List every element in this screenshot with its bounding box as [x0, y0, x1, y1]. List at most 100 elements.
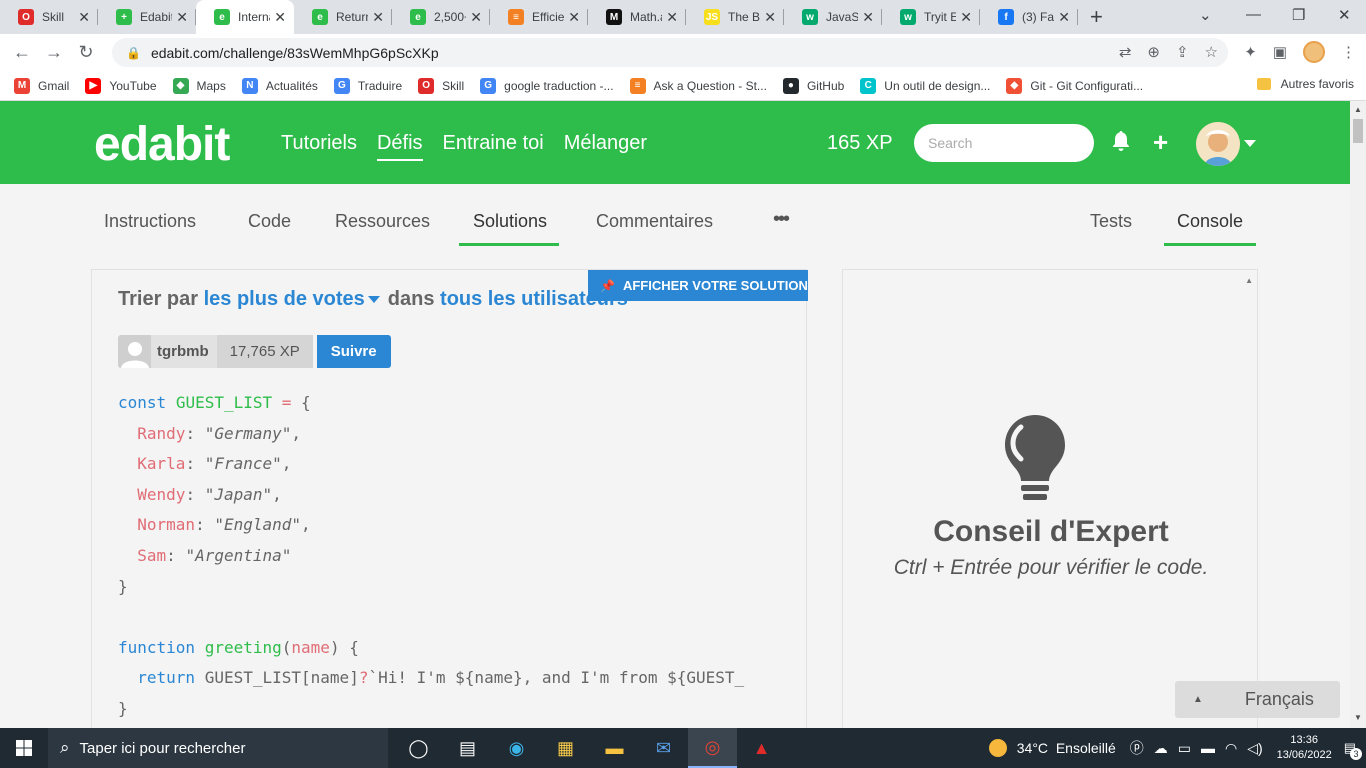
- other-bookmarks[interactable]: Autres favoris: [1256, 77, 1354, 91]
- new-tab-icon[interactable]: +: [1090, 4, 1103, 30]
- clock[interactable]: 13:36 13/06/2022: [1277, 733, 1332, 763]
- close-tab-icon[interactable]: ✕: [78, 9, 90, 26]
- create-plus-icon[interactable]: +: [1153, 127, 1168, 158]
- browser-tab[interactable]: w Tryit Ec✕: [882, 0, 980, 34]
- tab-console[interactable]: Console: [1164, 211, 1257, 246]
- lock-icon[interactable]: 🔒: [126, 46, 141, 60]
- author-chip[interactable]: tgrbmb: [118, 335, 217, 368]
- battery-icon[interactable]: ▬: [1201, 740, 1215, 756]
- sort-caret-icon[interactable]: [367, 296, 380, 304]
- close-tab-icon[interactable]: ✕: [372, 9, 384, 26]
- edge-icon[interactable]: ◉: [492, 728, 541, 768]
- address-bar[interactable]: 🔒 edabit.com/challenge/83sWemMhpG6pScXKp…: [112, 38, 1228, 67]
- browser-tab[interactable]: e Interna ✕: [196, 0, 294, 34]
- scrollbar-thumb[interactable]: [1353, 119, 1363, 143]
- bookmark-item[interactable]: ≡ Ask a Question - St...: [629, 77, 767, 94]
- close-window-icon[interactable]: ✕: [1338, 6, 1351, 24]
- search-input[interactable]: [914, 124, 1094, 162]
- translate-icon[interactable]: ⇄: [1119, 43, 1132, 61]
- tab-code[interactable]: Code: [248, 211, 291, 243]
- network-icon[interactable]: ▭: [1178, 740, 1191, 757]
- bookmark-item[interactable]: O Skill: [418, 77, 464, 94]
- browser-tab[interactable]: O Skill ✕: [0, 0, 98, 34]
- user-xp[interactable]: 165 XP: [827, 132, 893, 155]
- browser-tab[interactable]: f (3) Fac✕: [980, 0, 1078, 34]
- tab-tests[interactable]: Tests: [1090, 211, 1132, 243]
- browser-tab[interactable]: e 2,500+ ✕: [392, 0, 490, 34]
- back-icon[interactable]: ←: [6, 42, 38, 63]
- forward-icon[interactable]: →: [38, 42, 70, 63]
- extensions-icon[interactable]: ✦: [1244, 43, 1257, 61]
- task-view-icon[interactable]: ◯: [394, 728, 443, 768]
- chrome-icon[interactable]: ◎: [688, 728, 737, 768]
- weather-sun-icon[interactable]: [988, 739, 1007, 757]
- tab-search-icon[interactable]: ⌄: [1199, 6, 1212, 24]
- onedrive-cloud-icon[interactable]: ☁: [1154, 740, 1168, 757]
- tab-commentaires[interactable]: Commentaires: [596, 211, 713, 243]
- bookmark-item[interactable]: ● GitHub: [782, 77, 844, 94]
- restore-icon[interactable]: ❐: [1292, 6, 1305, 24]
- browser-tab[interactable]: ≡ Efficier✕: [490, 0, 588, 34]
- profile-avatar[interactable]: [1303, 41, 1325, 63]
- mail-icon[interactable]: ✉: [639, 728, 688, 768]
- tab-instructions[interactable]: Instructions: [104, 211, 196, 243]
- bookmark-item[interactable]: ▶ YouTube: [85, 77, 157, 94]
- language-selector[interactable]: ▲ Français: [1175, 681, 1340, 718]
- close-tab-icon[interactable]: ✕: [862, 9, 874, 26]
- close-tab-icon[interactable]: ✕: [960, 9, 972, 26]
- bookmark-item[interactable]: Ggoogle traduction -...: [480, 77, 614, 94]
- edabit-logo[interactable]: edabit: [94, 117, 230, 172]
- bookmark-star-icon[interactable]: ☆: [1205, 43, 1218, 61]
- bookmark-item[interactable]: N Actualités: [241, 77, 318, 94]
- wifi-icon[interactable]: ◠: [1225, 740, 1237, 757]
- browser-tab[interactable]: w JavaSc✕: [784, 0, 882, 34]
- author-name[interactable]: tgrbmb: [151, 343, 217, 360]
- browser-tab[interactable]: JS The Be✕: [686, 0, 784, 34]
- bookmark-item[interactable]: G Traduire: [333, 77, 402, 94]
- close-tab-icon[interactable]: ✕: [470, 9, 482, 26]
- user-menu-caret-icon[interactable]: [1244, 140, 1256, 147]
- close-tab-icon[interactable]: ✕: [274, 9, 286, 26]
- nav-item[interactable]: Entraine toi: [443, 132, 544, 161]
- close-tab-icon[interactable]: ✕: [1058, 9, 1070, 26]
- minimize-icon[interactable]: —: [1246, 6, 1261, 23]
- user-avatar[interactable]: [1196, 122, 1240, 166]
- page-scrollbar[interactable]: ▲ ▼: [1350, 101, 1366, 728]
- windows-start-icon[interactable]: [0, 728, 48, 768]
- acrobat-icon[interactable]: ▲: [737, 728, 786, 768]
- people-icon[interactable]: ⓟ: [1130, 738, 1144, 758]
- bookmark-item[interactable]: ◆ Git - Git Configurati...: [1006, 77, 1143, 94]
- bookmark-item[interactable]: ◆ Maps: [172, 77, 226, 94]
- file-explorer-icon[interactable]: ▬: [590, 728, 639, 768]
- share-icon[interactable]: ⇪: [1176, 43, 1189, 61]
- browser-tab[interactable]: + Edabit ✕: [98, 0, 196, 34]
- side-panel-icon[interactable]: ▣: [1273, 43, 1287, 61]
- nav-item[interactable]: Tutoriels: [281, 132, 357, 161]
- notifications-icon[interactable]: ▤ 3: [1344, 740, 1362, 760]
- taskbar-search[interactable]: ⌕ Taper ici pour rechercher: [48, 728, 388, 768]
- reload-icon[interactable]: ↻: [70, 42, 102, 63]
- follow-button[interactable]: Suivre: [316, 335, 391, 368]
- weather-text[interactable]: 34°C Ensoleillé: [1017, 740, 1116, 756]
- close-tab-icon[interactable]: ✕: [568, 9, 580, 26]
- more-options-icon[interactable]: •••: [773, 208, 790, 231]
- widgets-icon[interactable]: ▤: [443, 728, 492, 768]
- bookmark-item[interactable]: C Un outil de design...: [860, 77, 990, 94]
- browser-tab[interactable]: e Return ✕: [294, 0, 392, 34]
- scroll-down-icon[interactable]: ▼: [1354, 713, 1362, 722]
- menu-icon[interactable]: ⋮: [1341, 43, 1356, 61]
- bookmark-item[interactable]: M Gmail: [14, 77, 69, 94]
- store-icon[interactable]: ▦: [541, 728, 590, 768]
- tab-solutions[interactable]: Solutions: [459, 211, 560, 246]
- volume-icon[interactable]: ◁): [1247, 740, 1262, 757]
- panel-scroll-up-icon[interactable]: ▲: [1245, 276, 1253, 285]
- sort-dropdown[interactable]: les plus de votes: [204, 288, 365, 310]
- zoom-icon[interactable]: ⊕: [1147, 43, 1160, 61]
- close-tab-icon[interactable]: ✕: [176, 9, 188, 26]
- url-text[interactable]: edabit.com/challenge/83sWemMhpG6pScXKp: [151, 45, 439, 61]
- scroll-up-icon[interactable]: ▲: [1354, 105, 1362, 114]
- browser-tab[interactable]: M Math.a ✕: [588, 0, 686, 34]
- bell-icon[interactable]: [1112, 131, 1130, 156]
- close-tab-icon[interactable]: ✕: [666, 9, 678, 26]
- close-tab-icon[interactable]: ✕: [764, 9, 776, 26]
